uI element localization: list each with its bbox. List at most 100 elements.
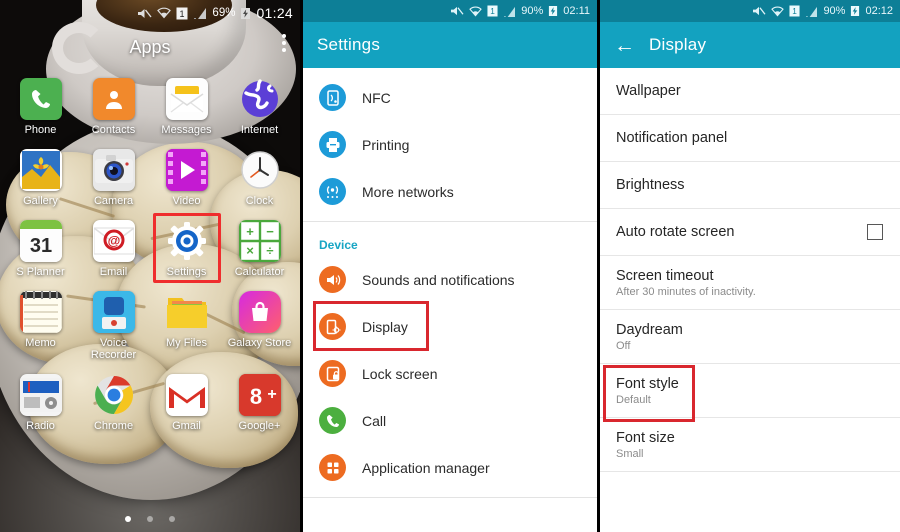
app-icon-email[interactable]: @ Email [77,220,150,278]
radio-icon [19,374,62,416]
auto-rotate-checkbox[interactable] [867,224,883,240]
app-icon-clock[interactable]: Clock [223,149,296,207]
settings-row-lock-screen[interactable]: Lock screen [303,350,597,397]
display-row-font-style[interactable]: Font style Default [600,364,900,422]
app-icon-galaxy-store[interactable]: Galaxy Store [223,291,296,361]
nfc-icon [319,84,346,111]
settings-row-sounds-and-notifications[interactable]: Sounds and notifications [303,256,597,303]
app-label: Clock [245,195,274,207]
display-row-notification-panel[interactable]: Notification panel [600,115,900,162]
overflow-menu-icon[interactable] [282,34,286,52]
app-icon-calculator[interactable]: + − × ÷ Calculator [223,220,296,278]
more-networks-icon [319,178,346,205]
display-row-sublabel: Default [616,393,651,406]
settings-row-label: Printing [362,136,410,153]
list-divider [303,221,597,222]
app-icon-radio[interactable]: Radio [4,374,77,432]
display-row-label: Auto rotate screen [616,224,735,240]
speaker-icon [319,266,346,293]
display-row-auto-rotate-screen[interactable]: Auto rotate screen [600,209,900,256]
battery-charging-icon [850,5,860,17]
display-row-font-size[interactable]: Font size Small [600,418,900,472]
battery-charging-icon [240,7,251,20]
display-row-wallpaper[interactable]: Wallpaper [600,68,900,115]
settings-row-label: Application manager [362,459,490,476]
settings-app-bar: Settings [303,22,597,68]
app-label: Contacts [91,124,136,136]
home-status-bar: 1 69% 01:24 [0,0,300,26]
google-plus-icon: 8 + [238,374,281,416]
display-screen-panel: 1 90% 02:12 ← Display Wallpaper Notifica… [600,0,900,532]
display-row-label: Font style [616,375,679,392]
battery-percent: 90% [521,5,544,17]
calendar-icon: 31 [19,220,62,262]
app-icon-google-plus[interactable]: 8 + Google+ [223,374,296,432]
app-label: Galaxy Store [227,337,292,349]
back-arrow-icon[interactable]: ← [614,35,635,56]
clock-time: 02:11 [563,5,590,17]
app-icon-video[interactable]: Video [150,149,223,207]
app-label: Gmail [172,420,201,432]
mute-icon [137,7,152,20]
app-label: Settings [166,266,207,278]
clock-time: 01:24 [256,5,293,21]
app-icon-contacts[interactable]: Contacts [77,78,150,136]
settings-row-nfc[interactable]: NFC [303,74,597,121]
page-indicator[interactable] [0,516,300,522]
svg-text:1: 1 [490,7,495,16]
settings-row-display[interactable]: Display [303,301,597,351]
svg-text:31: 31 [29,235,51,257]
app-icon-chrome[interactable]: Chrome [77,374,150,432]
display-row-daydream[interactable]: Daydream Off [600,310,900,364]
app-label: Gallery [23,195,58,207]
page-title: Apps [129,36,171,57]
settings-row-call[interactable]: Call [303,397,597,444]
calculator-icon: + − × ÷ [238,220,281,262]
app-label: Camera [93,195,134,207]
settings-row-printing[interactable]: Printing [303,121,597,168]
settings-row-label: More networks [362,183,454,200]
sim-1-icon: 1 [487,5,498,17]
app-icon-gallery[interactable]: Gallery [4,149,77,207]
battery-charging-icon [548,5,558,17]
app-label: S Planner [16,266,65,278]
app-label: Voice Recorder [90,337,137,361]
app-icon-settings[interactable]: Settings [150,213,223,283]
page-dot-2[interactable] [147,516,153,522]
app-icon-phone[interactable]: Phone [4,78,77,136]
app-icon-memo[interactable]: Memo [4,291,77,361]
page-dot-3[interactable] [169,516,175,522]
display-app-bar: ← Display [600,22,900,68]
settings-row-label: Lock screen [362,365,438,382]
page-title: Settings [317,35,381,54]
app-icon-messages[interactable]: Messages [150,78,223,136]
app-icon-my-files[interactable]: My Files [150,291,223,361]
signal-bars-icon [503,6,516,17]
display-row-screen-timeout[interactable]: Screen timeout After 30 minutes of inact… [600,256,900,310]
display-row-brightness[interactable]: Brightness [600,162,900,209]
app-icon-voice-recorder[interactable]: Voice Recorder [77,291,150,361]
app-label: Phone [24,124,57,136]
memo-icon [19,291,62,333]
app-label: Radio [26,420,55,432]
display-row-sublabel: After 30 minutes of inactivity. [616,285,756,298]
app-label: Internet [240,124,279,136]
settings-row-application-manager[interactable]: Application manager [303,444,597,491]
settings-row-more-networks[interactable]: More networks [303,168,597,215]
display-row-label: Daydream [616,321,683,338]
app-label: Video [172,195,201,207]
gallery-icon [19,149,62,191]
app-icon-s-planner[interactable]: 31 S Planner [4,220,77,278]
app-icon-internet[interactable]: Internet [223,78,296,136]
clock-time: 02:12 [865,5,893,17]
app-label: Google+ [238,420,281,432]
svg-text:1: 1 [180,9,185,19]
internet-globe-icon [239,78,281,120]
svg-text:×: × [246,243,254,258]
sim-1-icon: 1 [789,5,800,17]
display-row-sublabel: Off [616,339,631,352]
app-icon-camera[interactable]: Camera [77,149,150,207]
app-icon-gmail[interactable]: Gmail [150,374,223,432]
page-dot-1[interactable] [125,516,131,522]
svg-text:+: + [267,386,276,403]
